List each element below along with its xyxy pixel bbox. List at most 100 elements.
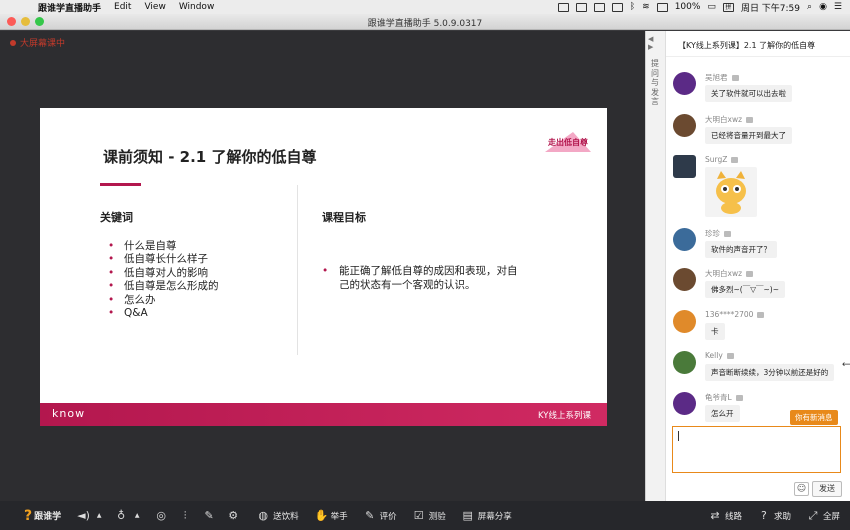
camera-icon[interactable]: ◎ [155,509,167,522]
input-method-icon[interactable]: 拼 [722,2,734,12]
status-icon[interactable] [557,2,569,12]
bluetooth-icon[interactable]: ᛒ [630,2,635,12]
avatar[interactable] [673,155,696,178]
message-text: 怎么开 [705,405,740,422]
message-author: 大明白xwz [705,115,743,124]
speaker-dropdown-icon[interactable]: ▲ [93,510,105,522]
help-button[interactable]: ? 求助 [758,508,791,522]
avatar[interactable] [673,114,696,137]
screen-share-label: 屏幕分享 [477,511,512,522]
slide: 课前须知 - 2.1 了解你的低自尊 走出低自尊 关键词 课程目标 什么是自尊 … [40,108,607,426]
resize-handle-icon[interactable]: ⟷ [842,360,850,370]
chat-panel: ◀ ▶ 提问与发言 【KY线上系列课】2.1 了解你的低自尊 吴旭君 关了软件就… [645,31,850,501]
fullscreen-label: 全屏 [822,511,840,522]
emoji-icon[interactable]: ☺ [794,482,809,496]
route-label: 线路 [724,511,742,522]
send-drink-button[interactable]: ◍ 送饮料 [257,508,298,522]
android-icon [735,394,743,401]
panel-nav-arrows-icon[interactable]: ◀ ▶ [648,35,665,51]
menu-bar: 跟谁学直播助手 Edit View Window ᛒ ≋ 100% ▭ 拼 周日… [0,0,850,14]
keywords-list: 什么是自尊 低自尊长什么样子 低自尊对人的影响 低自尊是怎么形成的 怎么办 Q&… [108,240,219,321]
quiz-button[interactable]: ☑ 测验 [413,508,446,522]
chat-input[interactable] [672,426,841,473]
slide-footer: know KY线上系列课 [40,403,607,426]
battery-percent: 100% [674,2,701,12]
screen-share-button[interactable]: ▤ 屏幕分享 [462,509,512,522]
cat-sticker [705,167,757,217]
hand-icon: ✋ [314,508,329,522]
list-item: 低自尊长什么样子 [108,253,219,267]
desktop-icon [726,352,734,359]
avatar[interactable] [673,72,696,95]
message-text: 卡 [705,323,725,340]
siri-icon[interactable]: ◉ [819,2,827,12]
message-author: 136****2700 [705,310,754,319]
slide-tag-label: 走出低自尊 [548,138,588,147]
checkbox-icon[interactable] [593,2,605,12]
gear-icon[interactable]: ⚙ [227,509,239,522]
panel-title: 【KY线上系列课】2.1 了解你的低自尊 [678,41,816,50]
panel-side-tab: ◀ ▶ 提问与发言 [646,31,666,501]
avatar[interactable] [673,351,696,374]
fullscreen-button[interactable]: ⤢ 全屏 [807,509,840,522]
menu-app-name[interactable]: 跟谁学直播助手 [38,1,101,14]
list-icon[interactable]: ☰ [834,2,842,12]
slide-title: 课前须知 - 2.1 了解你的低自尊 [103,148,317,166]
brand-name: 跟谁学 [34,512,62,522]
slide-tag: 走出低自尊 [545,132,591,152]
screen-icon[interactable] [575,2,587,12]
microphone-icon[interactable]: ♁ [115,509,127,522]
help-label: 求助 [773,511,791,522]
route-button[interactable]: ⇄ 线路 [709,508,742,522]
avatar[interactable] [673,310,696,333]
route-icon: ⇄ [710,508,720,522]
wifi-icon[interactable]: ≋ [642,2,650,12]
list-item: Q&A [108,307,219,321]
tag-icon[interactable] [611,2,623,12]
airplay-icon[interactable] [656,2,668,12]
list-item: 低自尊是怎么形成的 [108,280,219,294]
quiz-label: 测验 [428,511,446,522]
list-item: 能正确了解低自尊的成因和表现，对自己的状态有一个客观的认识。 [322,264,522,292]
search-icon[interactable]: ⌕ [807,2,812,12]
speaker-icon[interactable]: ◄) [77,509,90,522]
mic-dropdown-icon[interactable]: ▲ [131,510,143,522]
avatar[interactable] [673,228,696,251]
help-icon: ? [761,508,767,522]
message-author: 珍珍 [705,229,720,238]
message-text: 已经将音量开到最大了 [705,127,792,144]
battery-icon[interactable]: ▭ [707,2,716,12]
message-text: 声音断断续续，3分钟以前还是好的 [705,364,835,381]
avatar[interactable] [673,392,696,415]
drink-icon: ◍ [258,508,268,522]
rate-button[interactable]: ✎ 评价 [364,508,397,522]
side-tab-label[interactable]: 提问与发言 [651,59,661,107]
list-item: 怎么办 [108,294,219,308]
send-button[interactable]: 发送 [812,481,842,497]
goals-heading: 课程目标 [322,211,366,224]
raise-hand-button[interactable]: ✋ 举手 [314,508,348,522]
desktop-icon [724,230,731,237]
menu-edit[interactable]: Edit [114,2,131,12]
equalizer-icon[interactable]: ⫶ [179,509,191,522]
brand-logo: ? 跟谁学 [24,508,61,524]
menu-view[interactable]: View [144,2,165,12]
footer-series: KY线上系列课 [538,411,591,421]
footer-logo: know [52,407,86,420]
rate-label: 评价 [379,511,397,522]
window-title: 跟谁学直播助手 5.0.9.0317 [367,19,483,29]
text-caret [678,431,679,441]
list-item: 什么是自尊 [108,240,219,254]
message-author: 龟爷青L [705,393,732,402]
quiz-icon: ☑ [413,508,424,522]
title-underline [100,183,141,186]
keywords-heading: 关键词 [100,211,133,224]
message-text: 关了软件就可以出去啦 [705,85,792,102]
clock[interactable]: 周日 下午7:59 [741,1,800,14]
rate-icon: ✎ [365,508,375,522]
record-dot-icon [10,39,16,46]
settings-wrench-icon[interactable]: ✎ [203,509,215,522]
avatar[interactable] [673,268,696,291]
new-message-badge[interactable]: 你有新消息 [790,410,838,425]
menu-window[interactable]: Window [179,2,215,12]
